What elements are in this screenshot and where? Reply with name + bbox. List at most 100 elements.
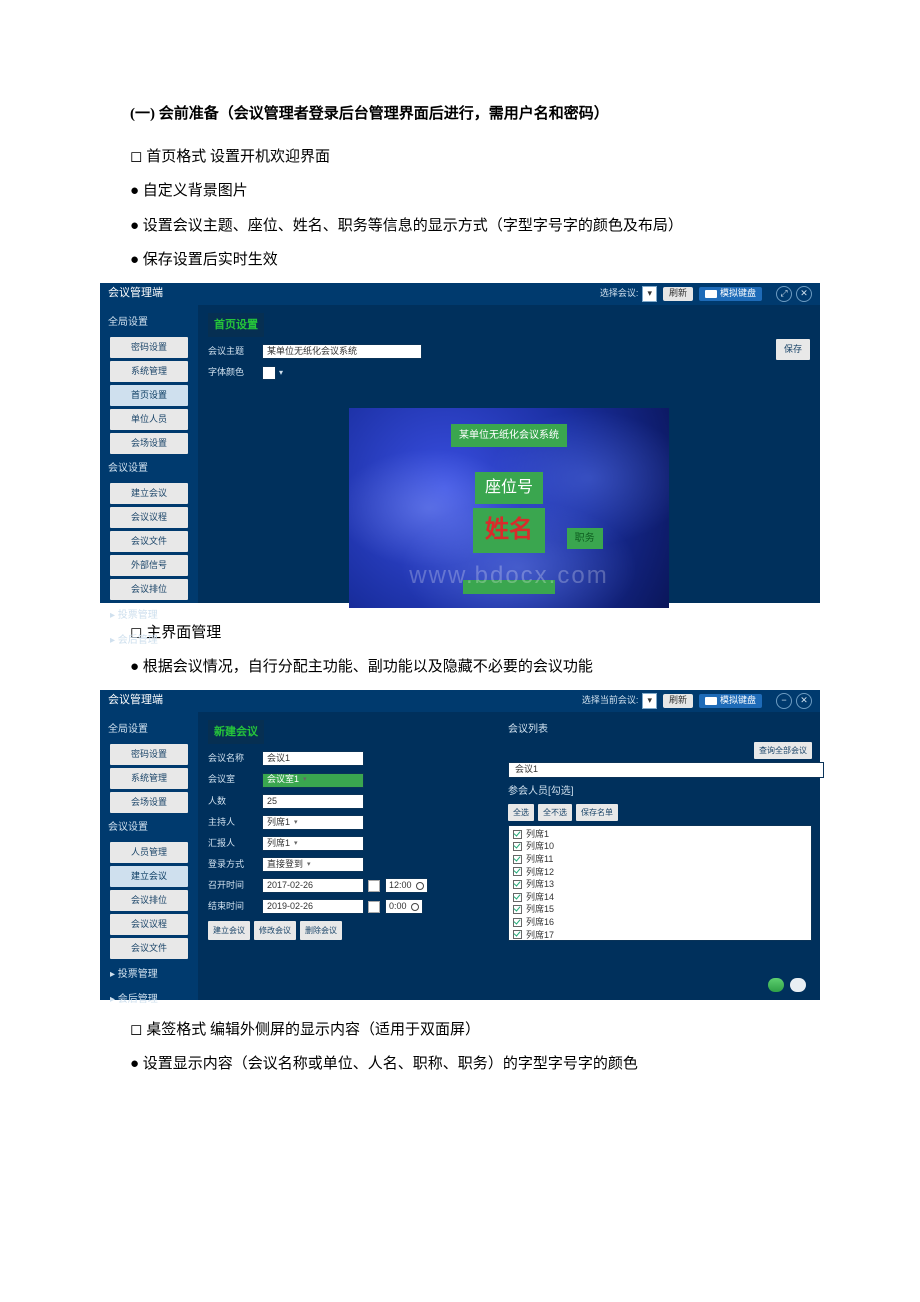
list-item[interactable]: 列席13 — [513, 878, 807, 891]
topic-input[interactable]: 某单位无纸化会议系统 — [262, 344, 422, 359]
start-date-input[interactable]: 2017-02-26 — [262, 878, 364, 893]
list-item[interactable]: 列席12 — [513, 866, 807, 879]
list-item[interactable]: 列席14 — [513, 891, 807, 904]
sidebar-link-postmeeting[interactable]: ▸ 会后管理 — [106, 987, 192, 1012]
refresh-button[interactable]: 刷新 — [663, 287, 693, 301]
doc-line: ◻ 桌签格式 编辑外侧屏的显示内容（适用于双面屏） — [100, 1016, 820, 1045]
checkbox-icon[interactable] — [513, 905, 522, 914]
login-type-select[interactable]: 直接登到 — [262, 857, 364, 872]
meeting-select-label: 选择当前会议: — [582, 692, 639, 709]
chevron-down-icon[interactable]: ▾ — [279, 365, 283, 380]
sidebar-item-seating[interactable]: 会议排位 — [110, 890, 188, 911]
sidebar: 全局设置 密码设置 系统管理 首页设置 单位人员 会场设置 会议设置 建立会议 … — [100, 305, 198, 603]
sidebar-item-password[interactable]: 密码设置 — [110, 744, 188, 765]
delete-meeting-button[interactable]: 删除会议 — [300, 921, 342, 940]
color-swatch[interactable] — [262, 366, 276, 380]
list-item[interactable]: 列席15 — [513, 903, 807, 916]
checkbox-icon[interactable] — [513, 893, 522, 902]
create-meeting-button[interactable]: 建立会议 — [208, 921, 250, 940]
sidebar-link-postmeeting[interactable]: ▸ 会后管理 — [106, 628, 192, 653]
meeting-select[interactable]: ▾ — [642, 693, 657, 709]
app-title: 会议管理端 — [108, 283, 163, 304]
list-item[interactable]: 列席10 — [513, 840, 807, 853]
room-select[interactable]: 会议室1 — [262, 773, 364, 788]
save-namelist-button[interactable]: 保存名单 — [576, 804, 618, 821]
checkbox-icon[interactable] — [513, 918, 522, 927]
checkbox-icon[interactable] — [513, 880, 522, 889]
preview-name-pill[interactable]: 姓名 — [473, 508, 545, 554]
query-all-meetings-button[interactable]: 查询全部会议 — [754, 742, 812, 759]
sidebar-item-files[interactable]: 会议文件 — [110, 531, 188, 552]
meeting-name-input[interactable]: 会议1 — [262, 751, 364, 766]
sidebar-item-venue[interactable]: 会场设置 — [110, 433, 188, 454]
start-time-input[interactable]: 12:00 — [385, 878, 428, 893]
footer-pill-green[interactable] — [768, 978, 784, 992]
checkbox-icon[interactable] — [513, 930, 522, 939]
attendee-list[interactable]: 列席1 列席10 列席11 列席12 列席13 列席14 列席15 列席16 列… — [508, 825, 812, 941]
host-label: 主持人 — [208, 814, 262, 831]
count-input[interactable]: 25 — [262, 794, 364, 809]
sidebar-item-agenda[interactable]: 会议议程 — [110, 507, 188, 528]
list-item[interactable]: 列席11 — [513, 853, 807, 866]
login-type-label: 登录方式 — [208, 856, 262, 873]
sidebar-group-global: 全局设置 — [106, 311, 192, 335]
list-item[interactable]: 列席16 — [513, 916, 807, 929]
list-item-label: 列席17 — [526, 929, 554, 941]
sidebar-item-system[interactable]: 系统管理 — [110, 768, 188, 789]
save-button[interactable]: 保存 — [776, 339, 810, 360]
content-pane: 首页设置 会议主题 某单位无纸化会议系统 字体颜色 ▾ 保存 某单 — [198, 305, 820, 603]
checkbox-icon[interactable] — [513, 867, 522, 876]
checkbox-icon[interactable] — [513, 842, 522, 851]
sidebar-item-password[interactable]: 密码设置 — [110, 337, 188, 358]
sidebar-link-vote[interactable]: ▸ 投票管理 — [106, 962, 192, 987]
list-item[interactable]: 列席17 — [513, 929, 807, 941]
sidebar-item-external-signal[interactable]: 外部信号 — [110, 555, 188, 576]
meeting-list-item[interactable]: 会议1 — [508, 762, 824, 778]
sidebar-item-people[interactable]: 人员管理 — [110, 842, 188, 863]
sidebar-item-homepage[interactable]: 首页设置 — [110, 385, 188, 406]
checkbox-icon[interactable] — [513, 830, 522, 839]
checkbox-icon[interactable] — [513, 855, 522, 864]
sidebar-link-vote[interactable]: ▸ 投票管理 — [106, 603, 192, 628]
end-time-label: 结束时间 — [208, 898, 262, 915]
sidebar-item-files[interactable]: 会议文件 — [110, 938, 188, 959]
sidebar-item-seating[interactable]: 会议排位 — [110, 579, 188, 600]
virtual-keyboard-button[interactable]: 模拟键盘 — [699, 694, 762, 708]
sidebar-item-personnel[interactable]: 单位人员 — [110, 409, 188, 430]
refresh-button[interactable]: 刷新 — [663, 694, 693, 708]
calendar-icon[interactable] — [368, 880, 380, 892]
list-item[interactable]: 列席1 — [513, 828, 807, 841]
host-select[interactable]: 列席1 — [262, 815, 364, 830]
close-button[interactable]: ✕ — [796, 693, 812, 709]
virtual-keyboard-label: 模拟键盘 — [720, 692, 756, 709]
reporter-select[interactable]: 列席1 — [262, 836, 364, 851]
section-heading: (一) 会前准备（会议管理者登录后台管理界面后进行，需用户名和密码） — [100, 100, 820, 129]
calendar-icon[interactable] — [368, 901, 380, 913]
select-all-button[interactable]: 全选 — [508, 804, 534, 821]
sidebar-group-global: 全局设置 — [106, 718, 192, 742]
sidebar-item-create-meeting[interactable]: 建立会议 — [110, 866, 188, 887]
doc-line: ◻ 首页格式 设置开机欢迎界面 — [100, 143, 820, 172]
keyboard-icon — [705, 697, 717, 705]
sidebar-group-meeting: 会议设置 — [106, 457, 192, 481]
deselect-all-button[interactable]: 全不选 — [538, 804, 572, 821]
preview-seat-pill[interactable]: 座位号 — [475, 472, 543, 504]
end-time-input[interactable]: 0:00 — [385, 899, 423, 914]
meeting-select[interactable]: ▾ — [642, 286, 657, 302]
minimize-button[interactable]: − — [776, 693, 792, 709]
footer-pill[interactable] — [790, 978, 806, 992]
screenshot-homepage-settings: 会议管理端 选择会议: ▾ 刷新 模拟键盘 ⤢ ✕ 全局设置 密码设置 系统管理… — [100, 283, 820, 603]
modify-meeting-button[interactable]: 修改会议 — [254, 921, 296, 940]
preview-topic-pill[interactable]: 某单位无纸化会议系统 — [451, 424, 567, 447]
sidebar-item-agenda[interactable]: 会议议程 — [110, 914, 188, 935]
sidebar-item-venue[interactable]: 会场设置 — [110, 792, 188, 813]
preview-job-pill[interactable]: 职务 — [567, 528, 603, 549]
end-date-input[interactable]: 2019-02-26 — [262, 899, 364, 914]
screenshot-create-meeting: 会议管理端 选择当前会议: ▾ 刷新 模拟键盘 − ✕ 全局设置 密码设置 系统… — [100, 690, 820, 1000]
close-button[interactable]: ✕ — [796, 286, 812, 302]
sidebar-item-create-meeting[interactable]: 建立会议 — [110, 483, 188, 504]
room-label: 会议室 — [208, 771, 262, 788]
virtual-keyboard-button[interactable]: 模拟键盘 — [699, 287, 762, 301]
sidebar-item-system[interactable]: 系统管理 — [110, 361, 188, 382]
maximize-button[interactable]: ⤢ — [776, 286, 792, 302]
